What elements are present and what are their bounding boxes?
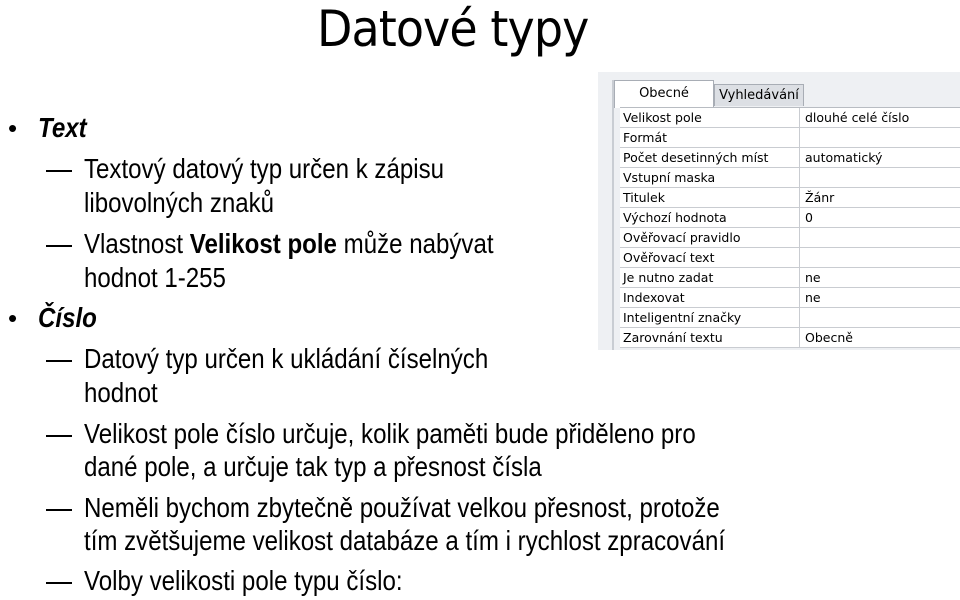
- dash-icon: [46, 509, 72, 511]
- property-name: Velikost pole: [620, 108, 800, 127]
- sub-item-line: Volby velikosti pole typu číslo:: [84, 565, 403, 596]
- property-row[interactable]: Zarovnání textu Obecně: [620, 328, 960, 348]
- sub-item-line: dané pole, a určuje tak typ a přesnost č…: [84, 451, 542, 482]
- dash-icon: [46, 170, 72, 172]
- property-name: Výchozí hodnota: [620, 208, 800, 227]
- property-name: Ověřovací pravidlo: [620, 228, 800, 247]
- property-value[interactable]: [800, 308, 960, 327]
- bullet-icon: •: [8, 113, 18, 143]
- sub-item-line: Neměli bychom zbytečně používat velkou p…: [84, 492, 720, 523]
- property-name: Inteligentní značky: [620, 308, 800, 327]
- sub-item-line: Velikost pole číslo určuje, kolik paměti…: [84, 418, 696, 449]
- dash-icon: [46, 435, 72, 437]
- property-row[interactable]: Ověřovací pravidlo: [620, 228, 960, 248]
- property-value[interactable]: [800, 248, 960, 267]
- panel-border: [612, 80, 614, 350]
- property-name: Titulek: [620, 188, 800, 207]
- sub-item-line: Datový typ určen k ukládání číselných: [84, 343, 489, 374]
- property-row[interactable]: Indexovat ne: [620, 288, 960, 308]
- property-value[interactable]: [800, 128, 960, 147]
- dash-icon: [46, 245, 72, 247]
- property-name: Zarovnání textu: [620, 328, 800, 347]
- property-value[interactable]: 0: [800, 208, 960, 227]
- dash-icon: [46, 360, 72, 362]
- sub-item-line: Textový datový typ určen k zápisu: [84, 153, 445, 184]
- tab-vyhledavani[interactable]: Vyhledávání: [714, 84, 804, 106]
- property-name: Indexovat: [620, 288, 800, 307]
- property-value[interactable]: ne: [800, 268, 960, 287]
- text-run: může nabývat: [336, 228, 494, 259]
- property-value[interactable]: dlouhé celé číslo: [800, 108, 960, 127]
- property-row[interactable]: Titulek Žánr: [620, 188, 960, 208]
- property-row[interactable]: Inteligentní značky: [620, 308, 960, 328]
- property-value[interactable]: Žánr: [800, 188, 960, 207]
- property-name: Počet desetinných míst: [620, 148, 800, 167]
- section-heading-cislo: Číslo: [38, 302, 97, 333]
- property-value[interactable]: ne: [800, 288, 960, 307]
- property-name: Vstupní maska: [620, 168, 800, 187]
- property-value[interactable]: automatický: [800, 148, 960, 167]
- dash-icon: [46, 582, 72, 584]
- sub-item-line: hodnot: [84, 377, 158, 408]
- bullet-icon: •: [8, 303, 18, 333]
- sub-item-line: Vlastnost Velikost pole může nabývat: [84, 228, 494, 260]
- property-grid: Velikost pole dlouhé celé číslo Formát Po…: [620, 107, 960, 348]
- property-row[interactable]: Je nutno zadat ne: [620, 268, 960, 288]
- slide-title: Datové typy: [316, 0, 589, 58]
- property-row[interactable]: Velikost pole dlouhé celé číslo: [620, 108, 960, 128]
- field-properties-panel: Obecné Vyhledávání Velikost pole dlouhé c…: [598, 72, 960, 350]
- property-row[interactable]: Výchozí hodnota 0: [620, 208, 960, 228]
- property-row[interactable]: Ověřovací text: [620, 248, 960, 268]
- tab-obecne[interactable]: Obecné: [614, 80, 714, 108]
- property-row[interactable]: Formát: [620, 128, 960, 148]
- property-value[interactable]: [800, 168, 960, 187]
- text-run: Vlastnost: [84, 228, 190, 259]
- property-name: Je nutno zadat: [620, 268, 800, 287]
- section-heading-text: Text: [38, 112, 87, 143]
- sub-item-line: libovolných znaků: [84, 187, 275, 218]
- sub-item-line: hodnot 1-255: [84, 262, 226, 293]
- bold-term: Velikost pole: [189, 228, 337, 259]
- property-value[interactable]: [800, 228, 960, 247]
- property-name: Formát: [620, 128, 800, 147]
- property-value[interactable]: Obecně: [800, 328, 960, 347]
- property-name: Ověřovací text: [620, 248, 800, 267]
- property-row[interactable]: Vstupní maska: [620, 168, 960, 188]
- property-row[interactable]: Počet desetinných míst automatický: [620, 148, 960, 168]
- sub-item-line: tím zvětšujeme velikost databáze a tím i…: [84, 525, 726, 556]
